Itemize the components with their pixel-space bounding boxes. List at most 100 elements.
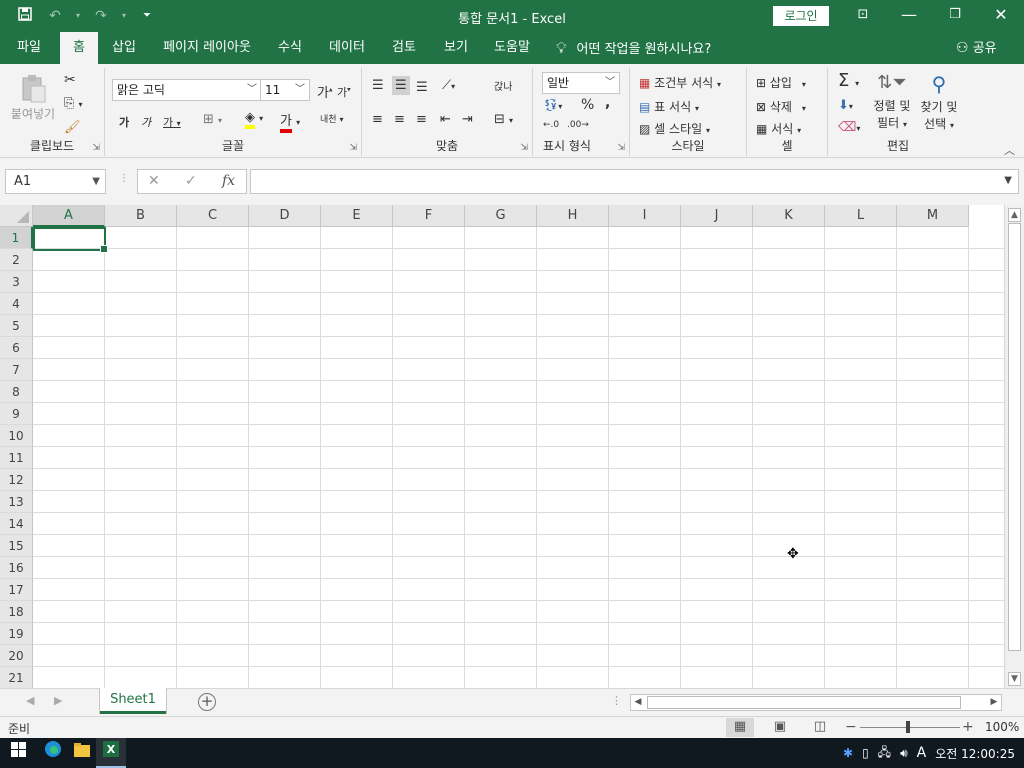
scroll-right-icon[interactable]: ▶	[987, 696, 1001, 709]
column-header-d[interactable]: D	[249, 205, 321, 227]
align-left-icon[interactable]: ≡	[372, 112, 383, 127]
enter-icon[interactable]: ✓	[185, 173, 197, 189]
row-header-2[interactable]: 2	[0, 249, 33, 271]
orientation-icon[interactable]: ⟋▾	[442, 78, 455, 93]
row-header-9[interactable]: 9	[0, 403, 33, 425]
row-header-14[interactable]: 14	[0, 513, 33, 535]
row-header-15[interactable]: 15	[0, 535, 33, 557]
row-header-8[interactable]: 8	[0, 381, 33, 403]
column-header-a[interactable]: A	[33, 205, 105, 227]
row-header-19[interactable]: 19	[0, 623, 33, 645]
row-header-7[interactable]: 7	[0, 359, 33, 381]
cell-area[interactable]	[33, 227, 1004, 688]
row-header-5[interactable]: 5	[0, 315, 33, 337]
tell-me-search[interactable]: 💡︎ 어떤 작업을 원하시나요?	[556, 32, 711, 64]
vertical-scroll-thumb[interactable]	[1008, 223, 1021, 651]
accounting-format-icon[interactable]: 💱︎▾	[543, 98, 562, 112]
add-sheet-icon[interactable]: +	[198, 693, 216, 711]
bluetooth-icon[interactable]: ✱	[843, 746, 853, 760]
tab-review[interactable]: 검토	[384, 32, 424, 64]
row-header-11[interactable]: 11	[0, 447, 33, 469]
row-header-1[interactable]: 1	[0, 227, 33, 249]
zoom-slider-thumb[interactable]	[906, 721, 910, 733]
dialog-launcher-icon[interactable]: ⇲	[349, 143, 357, 153]
edge-icon[interactable]	[38, 738, 68, 768]
dialog-launcher-icon[interactable]: ⇲	[520, 143, 528, 153]
cell-styles-button[interactable]: ▨ 셀 스타일 ▾	[639, 120, 710, 137]
italic-button[interactable]: 가	[141, 114, 151, 130]
tab-formulas[interactable]: 수식	[270, 32, 310, 64]
row-header-17[interactable]: 17	[0, 579, 33, 601]
decrease-indent-icon[interactable]: ⇤	[440, 112, 451, 127]
vertical-scrollbar[interactable]: ▲ ▼	[1004, 205, 1024, 688]
font-size-select[interactable]: 11 ﹀	[260, 79, 310, 101]
zoom-in-icon[interactable]: +	[962, 719, 974, 735]
number-format-select[interactable]: 일반 ﹀	[542, 72, 620, 94]
cancel-icon[interactable]: ✕	[148, 173, 160, 189]
scroll-up-icon[interactable]: ▲	[1008, 208, 1021, 222]
ribbon-display-options-icon[interactable]: ⊡	[840, 0, 886, 32]
align-middle-icon[interactable]: ☰	[392, 76, 410, 95]
format-as-table-button[interactable]: ▤ 표 서식 ▾	[639, 98, 699, 115]
scroll-left-icon[interactable]: ◀	[631, 696, 645, 709]
normal-view-icon[interactable]: ▦	[726, 718, 754, 737]
zoom-out-icon[interactable]: −	[845, 719, 857, 735]
login-button[interactable]: 로그인	[773, 6, 829, 26]
tab-data[interactable]: 데이터	[322, 32, 372, 64]
page-break-view-icon[interactable]: ◫	[806, 718, 834, 737]
border-button[interactable]: ⊞ ▾	[203, 112, 222, 127]
merge-center-icon[interactable]: ⊟ ▾	[494, 112, 513, 127]
sort-filter-button[interactable]: ⇅⏷ 정렬 및 필터 ▾	[870, 72, 914, 131]
column-header-m[interactable]: M	[897, 205, 969, 227]
tab-home[interactable]: 홈	[60, 32, 98, 64]
grow-font-button[interactable]: 가▴	[317, 82, 332, 101]
sheet-next-icon[interactable]: ▶	[54, 694, 62, 707]
align-right-icon[interactable]: ≡	[416, 112, 427, 127]
ime-indicator[interactable]: A	[917, 745, 927, 761]
active-cell-a1[interactable]	[33, 227, 108, 253]
percent-style-icon[interactable]: %	[581, 97, 594, 113]
tab-page-layout[interactable]: 페이지 레이아웃	[156, 32, 258, 64]
sheet-prev-icon[interactable]: ◀	[26, 694, 34, 707]
row-header-10[interactable]: 10	[0, 425, 33, 447]
phonetic-button[interactable]: 내천 ▾	[320, 112, 343, 125]
wrap-text-button[interactable]: 갅나	[494, 78, 512, 93]
column-header-i[interactable]: I	[609, 205, 681, 227]
minimize-icon[interactable]: —	[886, 0, 932, 32]
tab-view[interactable]: 보기	[436, 32, 476, 64]
column-header-c[interactable]: C	[177, 205, 249, 227]
column-header-g[interactable]: G	[465, 205, 537, 227]
align-top-icon[interactable]: ☰	[372, 78, 384, 93]
fill-icon[interactable]: ⬇︎▾	[838, 98, 853, 113]
format-painter-icon[interactable]: 🖌︎	[64, 120, 81, 135]
tab-split-grip-icon[interactable]: ⋮	[611, 694, 622, 707]
excel-icon[interactable]: X	[96, 738, 126, 768]
file-explorer-icon[interactable]	[67, 738, 97, 768]
row-header-13[interactable]: 13	[0, 491, 33, 513]
comma-style-icon[interactable]: ,	[605, 95, 610, 111]
formula-input[interactable]: ▼	[250, 169, 1019, 194]
insert-cells-button[interactable]: ⊞ 삽입 ▾	[756, 74, 806, 91]
horizontal-scroll-thumb[interactable]	[647, 696, 961, 709]
zoom-level[interactable]: 100%	[985, 720, 1019, 734]
zoom-slider[interactable]	[860, 727, 960, 728]
align-center-icon[interactable]: ≡	[394, 112, 405, 127]
column-header-k[interactable]: K	[753, 205, 825, 227]
column-header-h[interactable]: H	[537, 205, 609, 227]
column-header-j[interactable]: J	[681, 205, 753, 227]
column-header-e[interactable]: E	[321, 205, 393, 227]
dialog-launcher-icon[interactable]: ⇲	[617, 143, 625, 153]
select-all-button[interactable]	[0, 205, 33, 227]
increase-indent-icon[interactable]: ⇥	[462, 112, 473, 127]
scroll-down-icon[interactable]: ▼	[1008, 672, 1021, 686]
fill-color-button[interactable]: ◈ ▾	[245, 110, 263, 129]
underline-button[interactable]: 가 ▾	[163, 114, 181, 130]
row-header-4[interactable]: 4	[0, 293, 33, 315]
windows-start-icon[interactable]	[4, 738, 34, 768]
row-header-16[interactable]: 16	[0, 557, 33, 579]
column-header-f[interactable]: F	[393, 205, 465, 227]
horizontal-scrollbar[interactable]: ◀ ▶	[630, 694, 1002, 711]
tab-help[interactable]: 도움말	[488, 32, 536, 64]
volume-icon[interactable]: 🔊︎	[900, 746, 908, 761]
expand-formula-icon[interactable]: ▼	[1004, 175, 1012, 186]
